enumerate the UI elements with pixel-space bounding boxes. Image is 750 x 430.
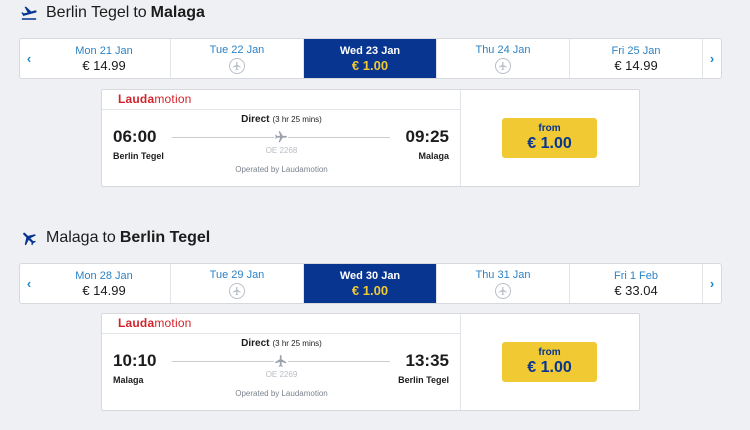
outbound-date-3[interactable]: Thu 24 Jan	[437, 39, 570, 78]
return-title-to-word: to	[102, 229, 116, 246]
outbound-next-dates-button[interactable]: ›	[703, 39, 721, 78]
price-from-label: from	[538, 347, 561, 358]
return-date-0[interactable]: Mon 28 Jan € 14.99	[38, 264, 171, 303]
date-label: Tue 22 Jan	[209, 44, 265, 56]
airline-tab: Laudamotion	[102, 314, 461, 334]
date-price: € 14.99	[82, 282, 126, 298]
flight-duration: (3 hr 25 mins)	[272, 115, 322, 124]
flight-type: Direct (3 hr 25 mins)	[241, 338, 322, 349]
date-price: € 33.04	[614, 282, 658, 298]
date-price: € 14.99	[82, 57, 126, 73]
return-date-3[interactable]: Thu 31 Jan	[437, 264, 570, 303]
plane-left-icon	[20, 229, 38, 247]
flight-info: Laudamotion Direct (3 hr 25 mins) 10:10 1…	[102, 314, 461, 410]
return-date-selector: ‹ Mon 28 Jan € 14.99 Tue 29 Jan Wed 30 J…	[19, 263, 722, 304]
date-label: Tue 29 Jan	[209, 269, 265, 281]
return-date-2-selected[interactable]: Wed 30 Jan € 1.00	[304, 264, 437, 303]
no-flight-icon	[495, 283, 511, 299]
airline-logo: Laudamotion	[118, 92, 192, 106]
airline-logo: Laudamotion	[118, 316, 192, 330]
date-label: Wed 30 Jan	[339, 269, 401, 282]
chevron-right-icon: ›	[709, 51, 715, 66]
date-label: Mon 28 Jan	[75, 269, 133, 282]
date-label: Thu 31 Jan	[475, 269, 531, 281]
date-price: € 14.99	[614, 57, 658, 73]
departure-city: Berlin Tegel	[113, 151, 164, 161]
arrival-time: 13:35	[405, 351, 449, 370]
return-price-button[interactable]: from € 1.00	[502, 342, 597, 382]
return-title-to: Berlin Tegel	[119, 229, 211, 246]
outbound-flight-card: Laudamotion Direct (3 hr 25 mins) 06:00 0…	[101, 89, 640, 187]
return-date-4[interactable]: Fri 1 Feb € 33.04	[570, 264, 703, 303]
flight-info: Laudamotion Direct (3 hr 25 mins) 06:00 0…	[102, 90, 461, 186]
outbound-date-2-selected[interactable]: Wed 23 Jan € 1.00	[304, 39, 437, 78]
date-label: Fri 1 Feb	[613, 269, 658, 282]
outbound-prev-dates-button[interactable]: ‹	[20, 39, 38, 78]
return-title: Malaga to Berlin Tegel	[20, 229, 210, 247]
date-price: € 1.00	[351, 282, 389, 298]
no-flight-icon	[229, 283, 245, 299]
outbound-price-button[interactable]: from € 1.00	[502, 118, 597, 158]
chevron-left-icon: ‹	[26, 51, 32, 66]
departure-city: Malaga	[113, 375, 144, 385]
outbound-title-from: Berlin Tegel	[46, 4, 130, 21]
operated-by: Operated by Laudamotion	[235, 165, 328, 174]
outbound-title: Berlin Tegel to Malaga	[20, 4, 205, 22]
no-flight-icon	[495, 58, 511, 74]
price-from-label: from	[538, 123, 561, 134]
date-label: Mon 21 Jan	[75, 44, 133, 57]
arrival-city: Berlin Tegel	[398, 375, 449, 385]
return-title-from: Malaga	[46, 229, 99, 246]
price-amount: € 1.00	[527, 135, 572, 152]
departure-time: 06:00	[113, 127, 157, 146]
return-next-dates-button[interactable]: ›	[703, 264, 721, 303]
return-flight-card: Laudamotion Direct (3 hr 25 mins) 10:10 1…	[101, 313, 640, 411]
date-label: Fri 25 Jan	[611, 44, 661, 57]
chevron-left-icon: ‹	[26, 276, 32, 291]
outbound-title-to: Malaga	[150, 4, 205, 21]
date-label: Wed 23 Jan	[339, 44, 401, 57]
return-prev-dates-button[interactable]: ‹	[20, 264, 38, 303]
plane-icon	[274, 354, 288, 368]
plane-icon	[274, 130, 288, 144]
outbound-date-1[interactable]: Tue 22 Jan	[171, 39, 304, 78]
outbound-date-4[interactable]: Fri 25 Jan € 14.99	[570, 39, 703, 78]
outbound-date-selector: ‹ Mon 21 Jan € 14.99 Tue 22 Jan Wed 23 J…	[19, 38, 722, 79]
flight-type: Direct (3 hr 25 mins)	[241, 114, 322, 125]
airline-tab: Laudamotion	[102, 90, 461, 110]
no-flight-icon	[229, 58, 245, 74]
date-label: Thu 24 Jan	[475, 44, 531, 56]
flight-duration: (3 hr 25 mins)	[272, 339, 322, 348]
arrival-city: Malaga	[418, 151, 449, 161]
date-price: € 1.00	[351, 57, 389, 73]
arrival-time: 09:25	[405, 127, 449, 146]
operated-by: Operated by Laudamotion	[235, 389, 328, 398]
outbound-date-0[interactable]: Mon 21 Jan € 14.99	[38, 39, 171, 78]
chevron-right-icon: ›	[709, 276, 715, 291]
plane-right-icon	[20, 4, 38, 22]
return-date-1[interactable]: Tue 29 Jan	[171, 264, 304, 303]
outbound-title-to-word: to	[133, 4, 147, 21]
departure-time: 10:10	[113, 351, 157, 370]
price-amount: € 1.00	[527, 359, 572, 376]
